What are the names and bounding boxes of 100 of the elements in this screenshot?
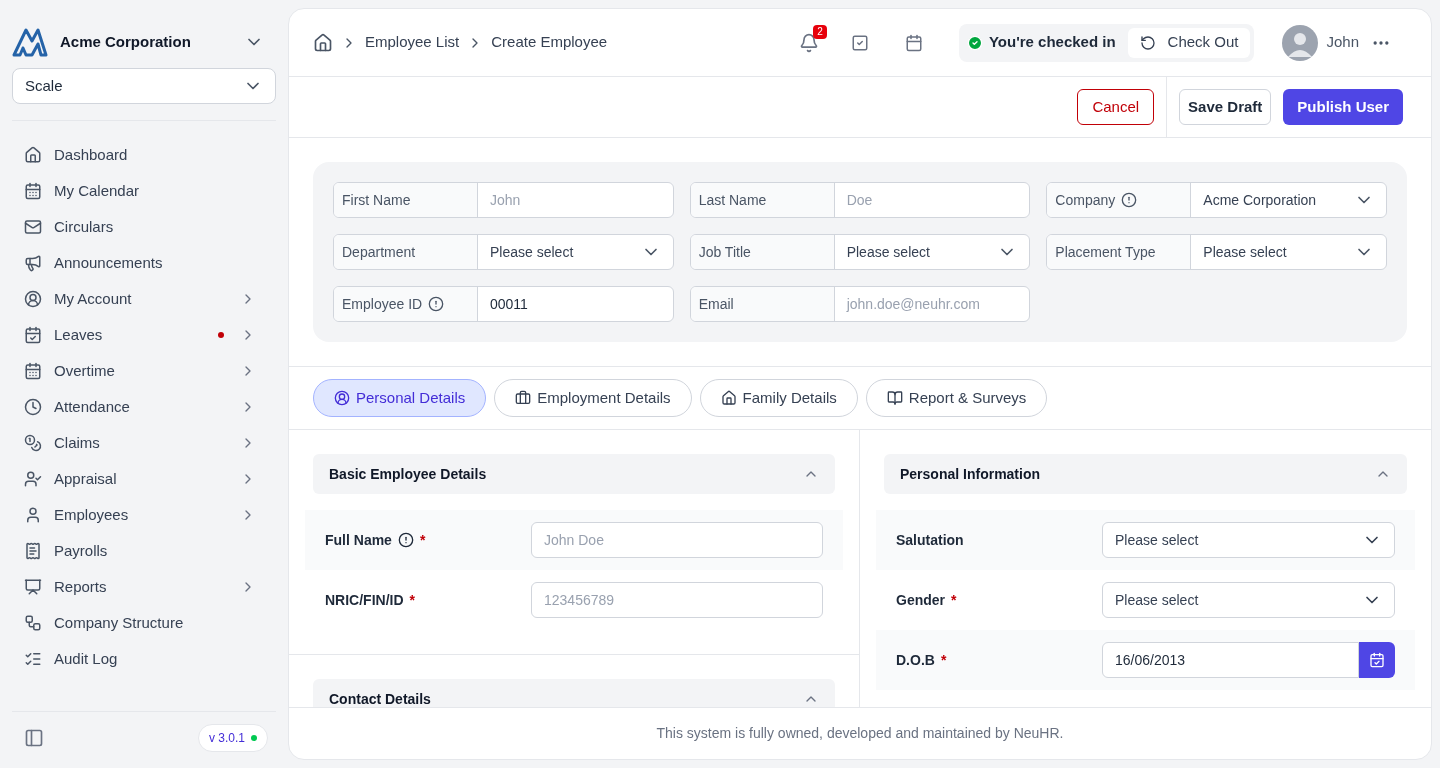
clock-icon [24, 398, 42, 416]
input-field[interactable]: First Name John [333, 182, 674, 218]
select-field[interactable]: Placement Type Please select [1046, 234, 1387, 270]
sidebar-item[interactable]: My Calendar [12, 173, 276, 209]
home-icon [720, 390, 737, 406]
field-label: D.O.B [896, 650, 935, 670]
mail-icon [24, 218, 42, 236]
field-label: Job Title [698, 242, 751, 262]
checklist-icon [24, 650, 42, 668]
field-label: Employee ID [342, 294, 423, 314]
breadcrumb-link[interactable]: Create Employee [491, 31, 608, 54]
breadcrumb-link[interactable]: Employee List [365, 31, 460, 54]
avatar[interactable] [1282, 24, 1319, 61]
section-header[interactable]: Basic Employee Details [313, 454, 835, 494]
required-mark: * [951, 590, 957, 610]
sidebar-item[interactable]: Overtime [12, 353, 276, 389]
checkbox-icon[interactable] [850, 33, 869, 52]
required-mark: * [940, 650, 947, 670]
select-value: Acme Corporation [1203, 190, 1317, 210]
field-label: Placement Type [1055, 242, 1156, 262]
logo-icon [12, 27, 48, 57]
home-icon [24, 146, 42, 164]
sidebar-item[interactable]: My Account [12, 281, 276, 317]
receipt-icon [24, 542, 42, 560]
calendar-icon[interactable] [904, 33, 923, 52]
field-label: Last Name [698, 190, 767, 210]
field-placeholder: Doe [846, 190, 873, 210]
bell-icon[interactable] [798, 32, 819, 53]
field-placeholder: john.doe@neuhr.com [846, 294, 980, 314]
check-in-status: You're checked in [988, 32, 1116, 53]
company-name: Acme Corporation [60, 31, 192, 52]
calendar-check-icon [1369, 652, 1385, 668]
sidebar-item[interactable]: Attendance [12, 389, 276, 425]
hierarchy-icon [24, 614, 42, 632]
select-field[interactable]: Please select [1102, 522, 1395, 558]
date-field[interactable]: 16/06/2013 [1102, 642, 1359, 678]
select-field[interactable]: Company Acme Corporation [1046, 182, 1387, 218]
calendar-button[interactable] [1359, 642, 1395, 678]
save-draft-button[interactable]: Save Draft [1179, 89, 1272, 125]
required-mark: * [419, 530, 426, 550]
sidebar-item[interactable]: Employees [12, 497, 276, 533]
briefcase-icon [515, 390, 532, 406]
footer-text: This system is fully owned, developed and maintained by NeuHR. [289, 707, 1431, 759]
select-field[interactable]: Please select [1102, 582, 1395, 618]
field-label: Department [342, 242, 416, 262]
notification-badge: 2 [813, 24, 827, 39]
sidebar-toggle-icon[interactable] [24, 728, 44, 748]
book-icon [886, 390, 903, 406]
check-out-button[interactable]: Check Out [1127, 27, 1251, 58]
field-label: Full Name [325, 530, 392, 550]
input-field[interactable]: Last Name Doe [689, 182, 1031, 218]
sidebar-item[interactable]: Payrolls [12, 533, 276, 569]
cancel-button[interactable]: Cancel [1077, 89, 1155, 125]
required-mark: * [409, 590, 415, 610]
input-field[interactable]: Employee ID 00011 [333, 286, 674, 322]
sidebar-item[interactable]: Leaves [12, 317, 276, 353]
calendar-icon [24, 362, 42, 380]
sidebar-item[interactable]: Reports [12, 569, 276, 605]
plan-select[interactable]: Scale [12, 68, 276, 104]
info-icon [1121, 192, 1138, 208]
coin-icon [24, 434, 42, 452]
calendar-icon [24, 182, 42, 200]
sidebar-item[interactable]: Claims [12, 425, 276, 461]
select-field[interactable]: Department Please select [333, 234, 674, 270]
section-header[interactable]: Contact Details [313, 679, 835, 707]
sidebar-item[interactable]: Audit Log [12, 641, 276, 677]
sidebar-item[interactable]: Circulars [12, 209, 276, 245]
field-label: Company [1055, 190, 1116, 210]
sidebar-item[interactable]: Announcements [12, 245, 276, 281]
tab[interactable]: Family Details [699, 379, 858, 417]
calendar-check-icon [24, 326, 42, 344]
user-circle-icon [24, 290, 42, 308]
section-header[interactable]: Personal Information [884, 454, 1407, 494]
sidebar-item[interactable]: Appraisal [12, 461, 276, 497]
tab[interactable]: Employment Details [494, 379, 692, 417]
field-label: Salutation [896, 530, 964, 550]
refresh-icon [1139, 34, 1156, 51]
tab[interactable]: Report & Surveys [865, 379, 1048, 417]
home-icon[interactable] [313, 32, 333, 53]
select-field[interactable]: Job Title Please select [689, 234, 1031, 270]
sidebar-item[interactable]: Company Structure [12, 605, 276, 641]
sidebar-item[interactable]: Dashboard [12, 137, 276, 173]
field-label: Gender [896, 590, 945, 610]
user-name[interactable]: John [1326, 31, 1359, 54]
publish-button[interactable]: Publish User [1283, 89, 1403, 125]
field-label: Email [698, 294, 734, 314]
select-value: Please select [490, 242, 574, 262]
tab[interactable]: Personal Details [313, 379, 487, 417]
info-icon [397, 532, 414, 548]
field-value: 00011 [490, 294, 528, 314]
field-label: NRIC/FIN/ID [325, 590, 404, 610]
version-badge: v 3.0.1 [197, 724, 268, 752]
user-icon [24, 506, 42, 524]
field-placeholder: John [490, 190, 521, 210]
user-circle-icon [334, 390, 350, 406]
presentation-icon [24, 578, 42, 596]
field-label: First Name [342, 190, 411, 210]
user-check-icon [24, 470, 42, 488]
info-icon [428, 296, 445, 312]
input-field[interactable]: Email john.doe@neuhr.com [689, 286, 1031, 322]
